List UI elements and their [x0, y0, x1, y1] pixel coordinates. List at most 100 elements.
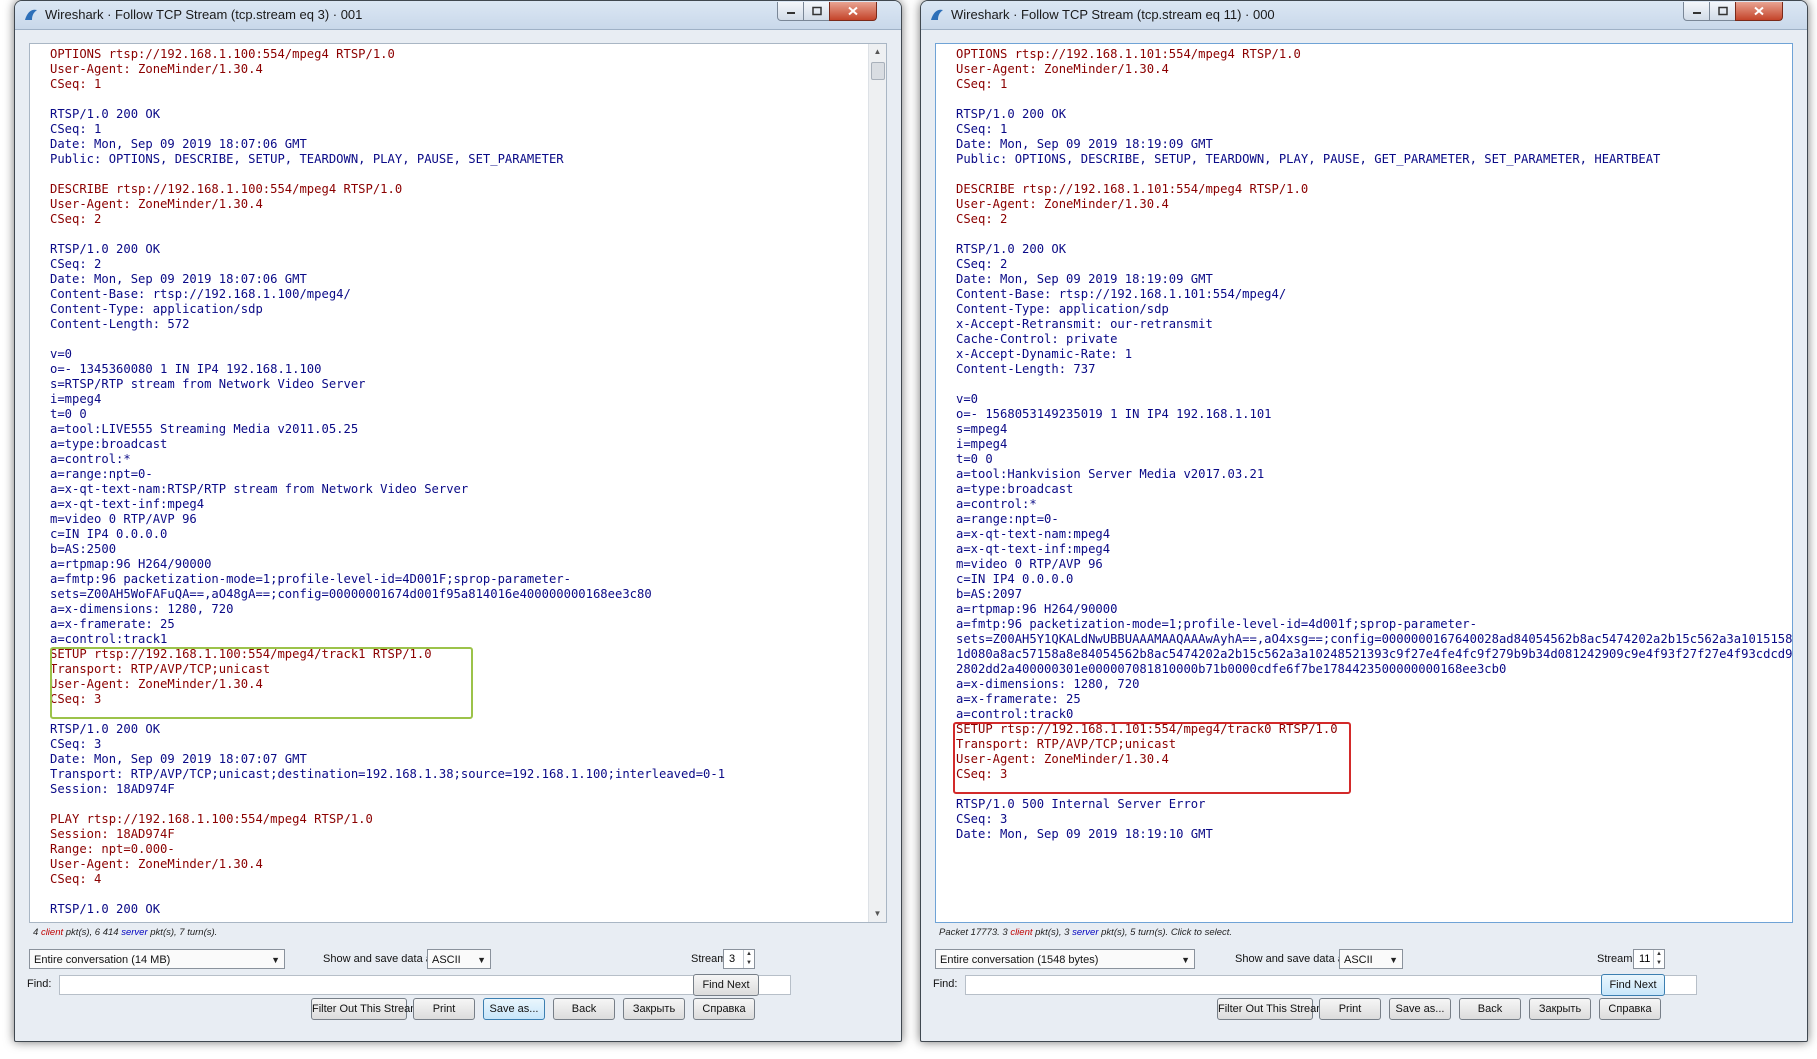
follow-tcp-stream-window-1: Wireshark · Follow TCP Stream (tcp.strea…: [14, 0, 902, 1042]
server-line: i=mpeg4: [50, 392, 102, 406]
server-line: Date: Mon, Sep 09 2019 18:07:06 GMT: [50, 137, 307, 151]
stream-stats[interactable]: Packet 17773. 3 client pkt(s), 3 server …: [939, 927, 1232, 938]
server-line: c=IN IP4 0.0.0.0: [50, 527, 168, 541]
server-line: v=0: [50, 347, 73, 361]
window-title: Wireshark · Follow TCP Stream (tcp.strea…: [951, 7, 1275, 22]
client-line: CSeq: 2: [956, 212, 1008, 226]
server-line: Date: Mon, Sep 09 2019 18:07:06 GMT: [50, 272, 307, 286]
show-save-label: Show and save data as: [323, 953, 438, 965]
chevron-down-icon: ▼: [271, 955, 280, 965]
save-as-button[interactable]: Save as...: [1389, 998, 1451, 1020]
server-line: Content-Length: 737: [956, 362, 1096, 376]
client-line: DESCRIBE rtsp://192.168.1.100:554/mpeg4 …: [50, 182, 403, 196]
scroll-down-icon[interactable]: ▼: [869, 906, 886, 922]
server-line: RTSP/1.0 200 OK: [956, 242, 1067, 256]
server-line: b=AS:2500: [50, 542, 117, 556]
close-icon: [848, 6, 858, 16]
stream-number-spinner[interactable]: 11 ▲ ▼: [1633, 949, 1665, 969]
server-line: s=mpeg4: [956, 422, 1008, 436]
stream-label: Stream: [1597, 953, 1633, 965]
stream-content-pane[interactable]: OPTIONS rtsp://192.168.1.101:554/mpeg4 R…: [935, 43, 1793, 923]
title-bar[interactable]: Wireshark · Follow TCP Stream (tcp.strea…: [921, 1, 1807, 30]
server-line: 2802dd2a400000301e000007081810000b71b000…: [956, 662, 1507, 676]
server-line: a=control:track0: [956, 707, 1074, 721]
client-line: User-Agent: ZoneMinder/1.30.4: [50, 677, 263, 691]
stream-content-pane[interactable]: OPTIONS rtsp://192.168.1.100:554/mpeg4 R…: [29, 43, 887, 923]
find-next-button[interactable]: Find Next: [1601, 974, 1665, 996]
server-line: x-Accept-Dynamic-Rate: 1: [956, 347, 1133, 361]
stream-text: OPTIONS rtsp://192.168.1.100:554/mpeg4 R…: [30, 44, 886, 917]
chevron-down-icon: ▼: [1181, 955, 1190, 965]
format-select[interactable]: ASCII ▼: [427, 949, 491, 969]
back-button[interactable]: Back: [553, 998, 615, 1020]
maximize-button[interactable]: [1709, 2, 1737, 21]
title-bar[interactable]: Wireshark · Follow TCP Stream (tcp.strea…: [15, 1, 901, 30]
server-line: a=x-qt-text-nam:mpeg4: [956, 527, 1111, 541]
print-button[interactable]: Print: [1319, 998, 1381, 1020]
spinner-arrows-icon[interactable]: ▲ ▼: [1653, 950, 1664, 968]
minimize-button[interactable]: [777, 2, 805, 21]
save-as-button[interactable]: Save as...: [483, 998, 545, 1020]
client-line: Session: 18AD974F: [50, 827, 175, 841]
server-line: a=x-dimensions: 1280, 720: [50, 602, 234, 616]
scroll-thumb[interactable]: [871, 62, 885, 80]
server-line: RTSP/1.0 200 OK: [50, 242, 161, 256]
stream-number-value: 11: [1639, 953, 1651, 965]
close-icon: [1754, 6, 1764, 16]
help-button[interactable]: Справка: [1599, 998, 1661, 1020]
scroll-up-icon[interactable]: ▲: [869, 44, 886, 60]
maximize-button[interactable]: [803, 2, 831, 21]
client-line: User-Agent: ZoneMinder/1.30.4: [956, 752, 1169, 766]
close-button[interactable]: [1735, 2, 1783, 21]
server-line: a=x-framerate: 25: [50, 617, 175, 631]
server-line: Cache-Control: private: [956, 332, 1118, 346]
stream-label: Stream: [691, 953, 727, 965]
find-input[interactable]: [59, 975, 791, 995]
client-line: CSeq: 3: [50, 692, 102, 706]
server-line: a=control:*: [50, 452, 131, 466]
server-line: t=0 0: [956, 452, 993, 466]
spinner-arrows-icon[interactable]: ▲ ▼: [743, 950, 754, 968]
server-line: CSeq: 3: [50, 737, 102, 751]
filter-out-button[interactable]: Filter Out This Stream: [1217, 998, 1325, 1020]
stats-client-packets: pkt(s), 6 414: [65, 927, 119, 938]
filter-out-button[interactable]: Filter Out This Stream: [311, 998, 419, 1020]
client-line: OPTIONS rtsp://192.168.1.100:554/mpeg4 R…: [50, 47, 395, 61]
stream-number-spinner[interactable]: 3 ▲ ▼: [723, 949, 755, 969]
conversation-select[interactable]: Entire conversation (1548 bytes) ▼: [935, 949, 1195, 969]
server-line: a=rtpmap:96 H264/90000: [956, 602, 1118, 616]
print-button[interactable]: Print: [413, 998, 475, 1020]
format-select[interactable]: ASCII ▼: [1339, 949, 1403, 969]
close-dialog-button[interactable]: Закрыть: [1529, 998, 1591, 1020]
find-input[interactable]: [965, 975, 1697, 995]
server-line: RTSP/1.0 200 OK: [50, 722, 161, 736]
help-button[interactable]: Справка: [693, 998, 755, 1020]
client-line: CSeq: 2: [50, 212, 102, 226]
server-line: a=fmtp:96 packetization-mode=1;profile-l…: [956, 617, 1477, 631]
stats-client-label: client: [40, 927, 64, 938]
server-line: 1d080a8ac57158a8e84054562b8ac5474202a2b1…: [956, 647, 1793, 661]
server-line: Transport: RTP/AVP/TCP;unicast;destinati…: [50, 767, 726, 781]
close-dialog-button[interactable]: Закрыть: [623, 998, 685, 1020]
stats-prefix: Packet 17773. 3: [939, 927, 1008, 938]
find-next-button[interactable]: Find Next: [693, 974, 759, 996]
server-line: CSeq: 3: [956, 812, 1008, 826]
conversation-select[interactable]: Entire conversation (14 MB) ▼: [29, 949, 285, 969]
client-line: User-Agent: ZoneMinder/1.30.4: [956, 62, 1169, 76]
close-button[interactable]: [829, 2, 877, 21]
minimize-button[interactable]: [1683, 2, 1711, 21]
server-line: Date: Mon, Sep 09 2019 18:19:09 GMT: [956, 137, 1213, 151]
back-button[interactable]: Back: [1459, 998, 1521, 1020]
server-line: c=IN IP4 0.0.0.0: [956, 572, 1074, 586]
server-line: b=AS:2097: [956, 587, 1023, 601]
client-line: User-Agent: ZoneMinder/1.30.4: [956, 197, 1169, 211]
server-line: CSeq: 2: [50, 257, 102, 271]
server-line: a=range:npt=0-: [956, 512, 1059, 526]
server-line: Content-Base: rtsp://192.168.1.101:554/m…: [956, 287, 1287, 301]
vertical-scrollbar[interactable]: ▲ ▼: [868, 44, 886, 922]
